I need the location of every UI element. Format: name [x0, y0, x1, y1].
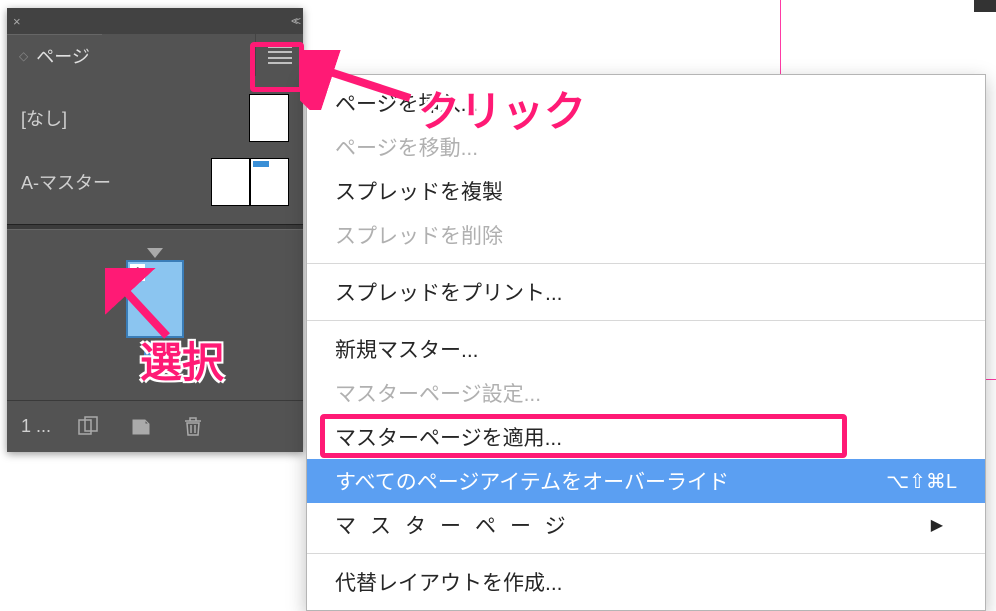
menu-item[interactable]: ページを挿入...	[307, 81, 985, 125]
tab-label: ページ	[36, 43, 90, 69]
menu-shortcut: ⌥⇧⌘L	[886, 469, 957, 494]
master-none-thumb	[249, 94, 289, 142]
panel-tabs: ◇ ページ	[7, 34, 303, 76]
menu-separator	[307, 553, 985, 554]
master-a-row[interactable]: A-マスター	[7, 150, 303, 214]
submenu-arrow-icon: ▶	[931, 515, 957, 535]
menu-item: スプレッドを削除	[307, 213, 985, 257]
drag-handle-icon: ◇	[19, 49, 28, 63]
menu-item[interactable]: マスターページ ▶	[307, 503, 985, 547]
panel-header: × <<	[7, 8, 303, 34]
menu-item[interactable]: スプレッドをプリント...	[307, 270, 985, 314]
menu-item-label: スプレッドをプリント...	[335, 277, 563, 307]
menu-item-label: マスターページ設定...	[335, 378, 541, 408]
menu-item-label: 代替レイアウトを作成...	[335, 567, 563, 597]
menu-item-label: マスターページを適用...	[335, 422, 562, 452]
master-a-thumb	[211, 158, 289, 206]
menu-item[interactable]: スプレッドを複製	[307, 169, 985, 213]
menu-item-label: すべてのページアイテムをオーバーライド	[335, 466, 729, 496]
menu-item[interactable]: マスターページを適用...	[307, 415, 985, 459]
masters-section: [なし] A-マスター	[7, 76, 303, 224]
tab-pages[interactable]: ◇ ページ	[7, 34, 102, 76]
page-count: 1 ...	[21, 416, 51, 437]
menu-item[interactable]: 代替レイアウトを作成...	[307, 560, 985, 604]
menu-item[interactable]: すべてのページアイテムをオーバーライド ⌥⇧⌘L	[307, 459, 985, 503]
menu-item-label: 新規マスター...	[335, 334, 479, 364]
menu-item-label: スプレッドを削除	[335, 220, 503, 250]
panel-footer: 1 ...	[7, 400, 303, 452]
hamburger-icon	[268, 46, 292, 64]
menu-item-label: ページを挿入...	[335, 88, 478, 118]
pages-section: A 1	[7, 230, 303, 400]
master-label: A-マスター	[21, 169, 199, 195]
section-start-icon	[147, 248, 163, 258]
new-page-icon[interactable]	[127, 414, 155, 440]
trash-icon[interactable]	[179, 414, 207, 440]
menu-item-label: ページを移動...	[335, 132, 478, 162]
collapse-icon[interactable]: <<	[291, 14, 297, 28]
flyout-menu: ページを挿入... ページを移動... スプレッドを複製スプレッドを削除 スプレッド…	[306, 74, 986, 611]
master-none-row[interactable]: [なし]	[7, 86, 303, 150]
menu-item: ページを移動...	[307, 125, 985, 169]
menu-separator	[307, 320, 985, 321]
flyout-menu-button[interactable]	[255, 34, 303, 76]
menu-item[interactable]: 新規マスター...	[307, 327, 985, 371]
page-size-icon[interactable]	[75, 414, 103, 440]
pages-panel: × << ◇ ページ [なし] A-マスター	[7, 8, 303, 452]
page-1-wrap[interactable]: A 1	[126, 248, 184, 360]
menu-item-label: スプレッドを複製	[335, 176, 503, 206]
menu-separator	[307, 263, 985, 264]
page-number: 1	[144, 342, 166, 360]
menu-item: マスターページ設定...	[307, 371, 985, 415]
close-icon[interactable]: ×	[13, 14, 21, 29]
master-label: [なし]	[21, 105, 237, 131]
menu-item-label: マスターページ	[335, 510, 580, 540]
master-indicator: A	[130, 264, 145, 281]
page-1-thumb[interactable]: A	[126, 260, 184, 338]
